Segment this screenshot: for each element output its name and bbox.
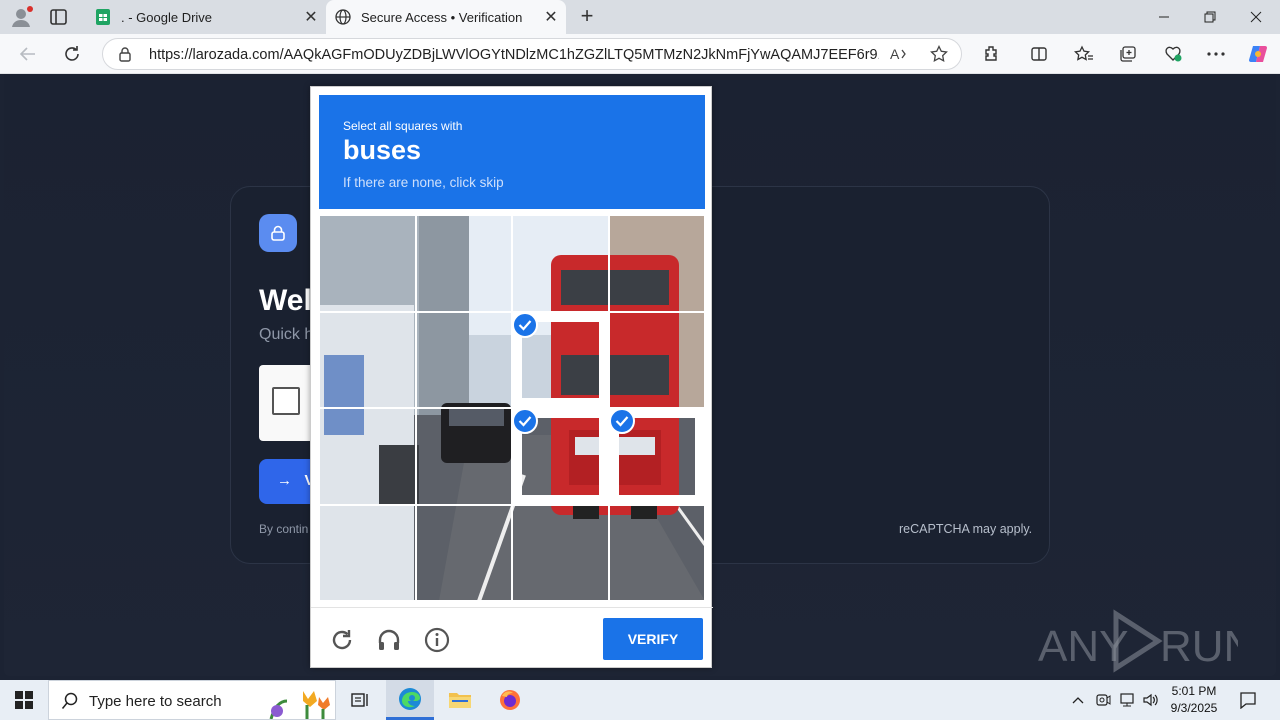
address-bar[interactable]: https://larozada.com/AAQkAGFmODUyZDBjLWV… bbox=[102, 38, 962, 70]
network-icon[interactable] bbox=[1116, 680, 1138, 720]
grid-tile[interactable] bbox=[415, 311, 512, 408]
copilot-icon[interactable] bbox=[1246, 42, 1270, 66]
sheets-icon bbox=[94, 8, 112, 26]
info-icon[interactable] bbox=[423, 626, 451, 654]
show-hidden-icons-icon[interactable] bbox=[1068, 680, 1088, 720]
browser-essentials-icon[interactable] bbox=[1161, 42, 1185, 66]
restore-icon[interactable] bbox=[1187, 0, 1233, 34]
notifications-icon[interactable] bbox=[1234, 680, 1262, 720]
tab-strip: . - Google Drive ✕ Secure Access • Verif… bbox=[0, 0, 1280, 34]
image-grid bbox=[319, 215, 705, 601]
browser-toolbar: https://larozada.com/AAQkAGFmODUyZDBjLWV… bbox=[0, 34, 1280, 74]
grid-tile[interactable] bbox=[319, 311, 416, 408]
verify-button[interactable]: VERIFY bbox=[603, 618, 703, 660]
tab-actions-icon[interactable] bbox=[48, 7, 70, 27]
edge-taskbar-icon[interactable] bbox=[386, 680, 434, 720]
close-tab-icon[interactable]: ✕ bbox=[300, 7, 322, 27]
challenge-instruction: Select all squares with bbox=[343, 119, 463, 133]
new-tab-icon[interactable]: + bbox=[576, 5, 598, 28]
reload-challenge-icon[interactable] bbox=[328, 626, 356, 654]
minimize-icon[interactable] bbox=[1141, 0, 1187, 34]
watermark-text-run: RUN bbox=[1160, 622, 1238, 671]
grid-tile-selected[interactable] bbox=[608, 408, 705, 505]
recaptcha-note: reCAPTCHA may apply. bbox=[899, 522, 1033, 536]
checkmark-icon bbox=[608, 408, 635, 434]
search-placeholder: Type here to search bbox=[89, 693, 222, 710]
tab-secure-access[interactable]: Secure Access • Verification ✕ bbox=[326, 0, 566, 34]
windows-start-icon[interactable] bbox=[0, 680, 48, 720]
grid-tile-selected[interactable] bbox=[512, 311, 609, 408]
flowers-illustration-icon bbox=[263, 683, 333, 720]
taskbar: Type here to search 5:01 PM 9/3/2025 bbox=[0, 680, 1280, 720]
svg-text:A: A bbox=[890, 46, 900, 62]
challenge-hint: If there are none, click skip bbox=[343, 175, 504, 190]
tab-title: . - Google Drive bbox=[121, 9, 213, 25]
grid-tile[interactable] bbox=[608, 504, 705, 601]
clock-date: 9/3/2025 bbox=[1170, 701, 1218, 715]
close-window-icon[interactable] bbox=[1233, 0, 1279, 34]
challenge-header: Select all squares with buses If there a… bbox=[319, 95, 705, 209]
tab-title: Secure Access • Verification bbox=[361, 9, 523, 25]
terms-text: By contin bbox=[259, 522, 309, 536]
grid-tile-selected[interactable] bbox=[512, 408, 609, 505]
recaptcha-checkbox[interactable] bbox=[272, 387, 300, 415]
system-clock[interactable]: 5:01 PM 9/3/2025 bbox=[1158, 683, 1230, 717]
clock-time: 5:01 PM bbox=[1171, 684, 1217, 698]
url-text: https://larozada.com/AAQkAGFmODUyZDBjLWV… bbox=[149, 47, 879, 63]
split-screen-icon[interactable] bbox=[1027, 42, 1051, 66]
profile-icon[interactable] bbox=[8, 5, 34, 29]
file-explorer-icon[interactable] bbox=[436, 680, 484, 720]
more-options-icon[interactable] bbox=[1204, 42, 1228, 66]
taskbar-search[interactable]: Type here to search bbox=[48, 680, 336, 720]
challenge-footer: VERIFY bbox=[311, 607, 713, 669]
tab-google-drive[interactable]: . - Google Drive ✕ bbox=[86, 0, 326, 34]
site-info-icon[interactable] bbox=[117, 46, 133, 67]
anyrun-watermark: ANY RUN bbox=[1038, 609, 1238, 673]
recaptcha-challenge: Select all squares with buses If there a… bbox=[310, 86, 713, 669]
grid-tile[interactable] bbox=[415, 504, 512, 601]
challenge-keyword: buses bbox=[343, 135, 422, 165]
refresh-icon[interactable] bbox=[60, 42, 84, 66]
read-aloud-icon[interactable]: A bbox=[887, 42, 911, 66]
task-view-icon[interactable] bbox=[336, 680, 384, 720]
lock-icon bbox=[259, 214, 297, 252]
grid-tile[interactable] bbox=[512, 215, 609, 312]
grid-tile[interactable] bbox=[608, 311, 705, 408]
checkmark-icon bbox=[512, 408, 538, 434]
page-subtitle: Quick h bbox=[259, 326, 314, 343]
grid-tile[interactable] bbox=[415, 215, 512, 312]
page-title: Wel bbox=[259, 284, 312, 317]
grid-tile[interactable] bbox=[319, 408, 416, 505]
grid-tile[interactable] bbox=[608, 215, 705, 312]
close-tab-icon[interactable]: ✕ bbox=[540, 7, 562, 27]
extensions-icon[interactable] bbox=[979, 42, 1003, 66]
firefox-icon[interactable] bbox=[486, 680, 534, 720]
back-icon[interactable] bbox=[16, 42, 40, 66]
favorite-star-icon[interactable] bbox=[927, 42, 951, 66]
grid-tile[interactable] bbox=[415, 408, 512, 505]
favorites-icon[interactable] bbox=[1072, 42, 1096, 66]
collections-icon[interactable] bbox=[1116, 42, 1140, 66]
grid-tile[interactable] bbox=[319, 215, 416, 312]
grid-tile[interactable] bbox=[319, 504, 416, 601]
search-icon bbox=[61, 692, 79, 715]
checkmark-icon bbox=[512, 311, 538, 338]
meet-now-icon[interactable] bbox=[1092, 680, 1114, 720]
audio-challenge-icon[interactable] bbox=[375, 626, 403, 654]
grid-tile[interactable] bbox=[512, 504, 609, 601]
globe-icon bbox=[334, 8, 352, 26]
